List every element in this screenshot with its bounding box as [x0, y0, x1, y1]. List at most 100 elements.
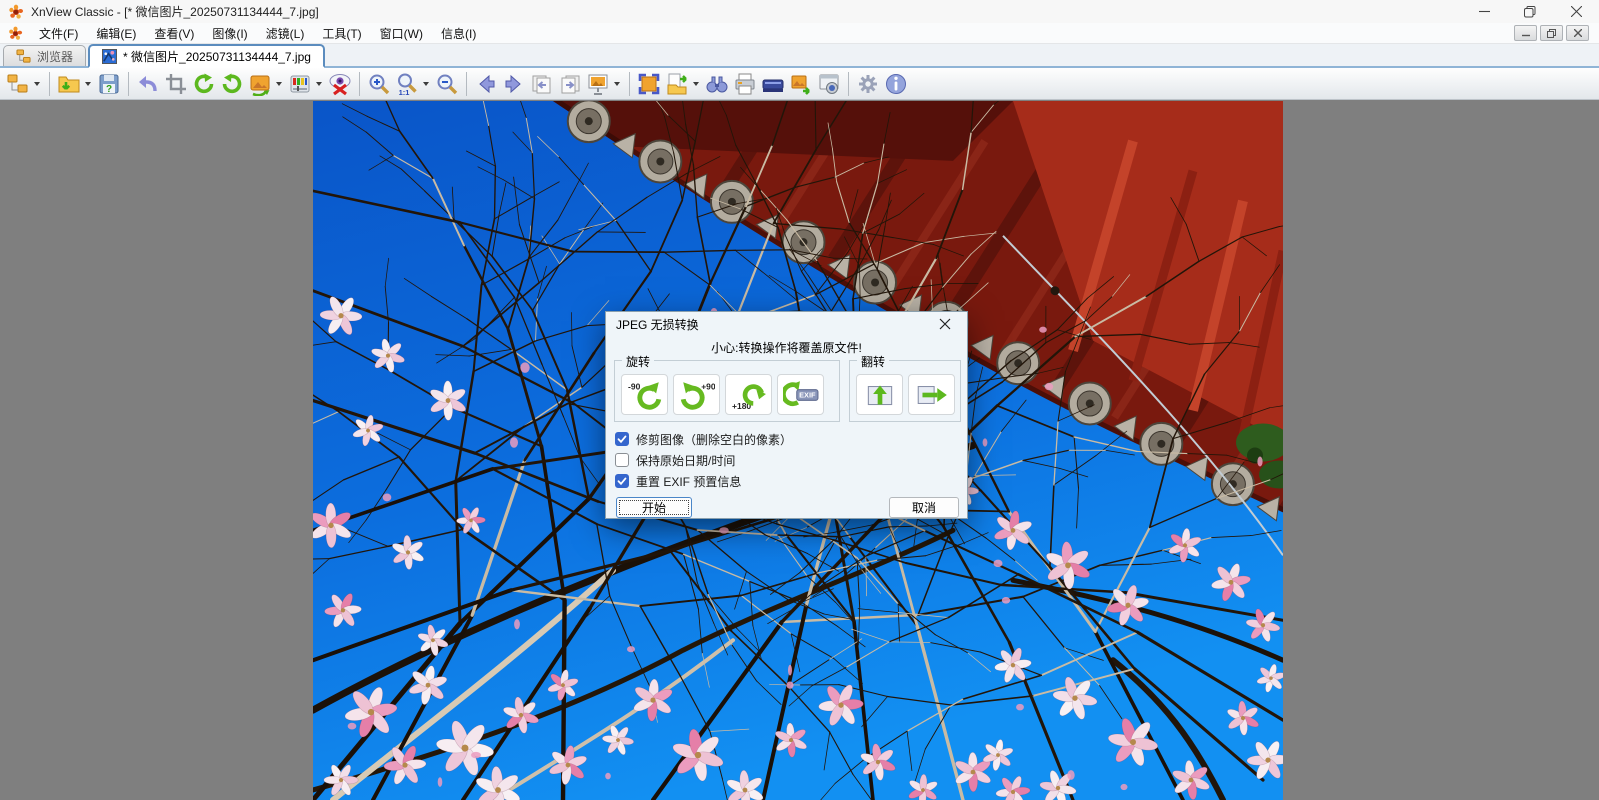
mdi-restore-button[interactable] — [1540, 25, 1563, 41]
flip-vertical-button[interactable] — [856, 374, 903, 415]
adjust-colors-button[interactable] — [286, 70, 314, 98]
jpeg-transform-icon — [250, 75, 270, 96]
svg-text:+90: +90 — [701, 381, 715, 391]
menu-item-tools[interactable]: 工具(T) — [313, 23, 370, 44]
svg-text:?: ? — [106, 84, 112, 95]
mdi-close-button[interactable] — [1566, 25, 1589, 41]
browser-button[interactable] — [4, 70, 32, 98]
rotate-group: 旋转 -90 +90 +180 EXIF — [614, 353, 840, 422]
menu-item-filter[interactable]: 滤镜(L) — [257, 23, 314, 44]
next-image-icon — [505, 74, 521, 93]
browser-icon — [7, 74, 28, 92]
slideshow-button[interactable] — [584, 70, 612, 98]
window-close-button[interactable] — [1553, 0, 1599, 23]
print-icon — [735, 73, 755, 94]
browser-dropdown-caret[interactable] — [34, 81, 40, 86]
zoom-out-button[interactable] — [433, 70, 461, 98]
search-button[interactable] — [703, 70, 731, 98]
menu-item-info[interactable]: 信息(I) — [432, 23, 485, 44]
menu-item-window[interactable]: 窗口(W) — [371, 23, 432, 44]
rotate-minus-90-icon: -90 — [628, 381, 661, 410]
last-image-button[interactable] — [556, 70, 584, 98]
scan-button[interactable] — [759, 70, 787, 98]
jpeg-transform-button[interactable] — [246, 70, 274, 98]
adjust-colors-icon — [290, 75, 310, 92]
menu-item-image[interactable]: 图像(I) — [203, 23, 256, 44]
zoom-actual-dropdown-caret[interactable] — [423, 81, 429, 86]
menu-app-icon — [8, 26, 23, 41]
open-dropdown-caret[interactable] — [85, 81, 91, 86]
previous-image-button[interactable] — [472, 70, 500, 98]
first-image-icon — [532, 75, 551, 93]
first-image-button[interactable] — [528, 70, 556, 98]
flip-horizontal-button[interactable] — [908, 374, 955, 415]
open-button[interactable] — [55, 70, 83, 98]
red-eye-button[interactable] — [326, 70, 354, 98]
undo-button[interactable] — [134, 70, 162, 98]
window-restore-button[interactable] — [1507, 0, 1553, 23]
jpeg-transform-dialog: JPEG 无损转换 小心:转换操作将覆盖原文件! 旋转 -90 +90 +180 EX… — [605, 311, 968, 519]
image-viewer-area: JPEG 无损转换 小心:转换操作将覆盖原文件! 旋转 -90 +90 +180 EX… — [0, 100, 1599, 800]
export-dropdown-caret[interactable] — [693, 81, 699, 86]
settings-button[interactable] — [854, 70, 882, 98]
rotate-180-button[interactable]: +180 — [725, 374, 772, 415]
svg-text:1:1: 1:1 — [399, 88, 410, 96]
window-minimize-button[interactable] — [1461, 0, 1507, 23]
rotate-left-button[interactable] — [190, 70, 218, 98]
trim-image-checkbox[interactable] — [615, 432, 629, 446]
svg-text:-90: -90 — [628, 381, 641, 391]
undo-icon — [139, 75, 157, 91]
zoom-in-button[interactable] — [365, 70, 393, 98]
rotate-right-button[interactable] — [218, 70, 246, 98]
toolbar-separator — [359, 71, 360, 96]
export-button[interactable] — [663, 70, 691, 98]
trim-image-checkbox-label[interactable]: 修剪图像（删除空白的像素） — [636, 431, 792, 448]
dialog-title-bar[interactable]: JPEG 无损转换 — [606, 312, 967, 336]
dialog-title: JPEG 无损转换 — [616, 317, 699, 332]
zoom-out-icon — [437, 74, 458, 94]
save-button[interactable]: ? — [95, 70, 123, 98]
menu-item-file[interactable]: 文件(F) — [30, 23, 87, 44]
capture-button[interactable] — [815, 70, 843, 98]
menu-item-view[interactable]: 查看(V) — [145, 23, 203, 44]
search-icon — [706, 76, 728, 92]
dialog-close-icon[interactable] — [931, 314, 959, 334]
zoom-actual-button[interactable]: 1:1 — [393, 70, 421, 98]
tab-browser[interactable]: 浏览器 — [3, 45, 87, 66]
rotate-minus-90-button[interactable]: -90 — [621, 374, 668, 415]
reset-exif-checkbox[interactable] — [615, 474, 629, 488]
adjust-colors-dropdown-caret[interactable] — [316, 81, 322, 86]
tab-browser-label: 浏览器 — [37, 49, 74, 64]
menu-item-edit[interactable]: 编辑(E) — [87, 23, 145, 44]
keep-date-checkbox[interactable] — [615, 453, 629, 467]
reset-exif-checkbox-label[interactable]: 重置 EXIF 预置信息 — [636, 473, 741, 490]
rotate-180-icon: +180 — [732, 383, 766, 410]
crop-button[interactable] — [162, 70, 190, 98]
keep-date-checkbox-row[interactable]: 保持原始日期/时间 — [615, 452, 735, 468]
rotate-exif-button[interactable]: EXIF — [777, 374, 824, 415]
tab-image-label: * 微信图片_20250731134444_7.jpg — [123, 49, 311, 64]
slideshow-dropdown-caret[interactable] — [614, 81, 620, 86]
toolbar-separator — [466, 71, 467, 96]
info-button[interactable] — [882, 70, 910, 98]
zoom-in-icon — [369, 74, 390, 94]
mdi-minimize-button[interactable] — [1514, 25, 1537, 41]
cancel-button[interactable]: 取消 — [889, 497, 959, 518]
fullscreen-button[interactable] — [635, 70, 663, 98]
jpeg-transform-dropdown-caret[interactable] — [276, 81, 282, 86]
flip-group-label: 翻转 — [857, 353, 890, 370]
next-image-button[interactable] — [500, 70, 528, 98]
previous-image-icon — [479, 74, 495, 93]
keep-date-checkbox-label[interactable]: 保持原始日期/时间 — [636, 452, 735, 469]
title-bar[interactable]: XnView Classic - [* 微信图片_20250731134444_… — [0, 0, 1599, 23]
start-button[interactable]: 开始 — [616, 497, 692, 518]
trim-image-checkbox-row[interactable]: 修剪图像（删除空白的像素） — [615, 431, 792, 447]
rotate-plus-90-button[interactable]: +90 — [673, 374, 720, 415]
rotate-exif-icon: EXIF — [782, 380, 818, 406]
tab-image[interactable]: * 微信图片_20250731134444_7.jpg — [88, 44, 325, 68]
folder-tree-icon — [16, 48, 31, 64]
convert-button[interactable] — [787, 70, 815, 98]
reset-exif-checkbox-row[interactable]: 重置 EXIF 预置信息 — [615, 473, 741, 489]
print-button[interactable] — [731, 70, 759, 98]
mdi-controls — [1514, 25, 1589, 41]
